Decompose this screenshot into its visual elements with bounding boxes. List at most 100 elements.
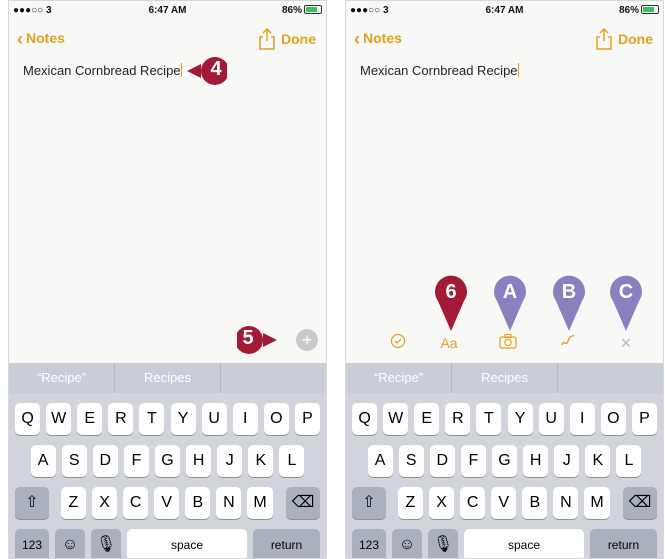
emoji-key[interactable]: ☺ xyxy=(392,529,422,558)
key-q[interactable]: Q xyxy=(15,403,41,435)
emoji-key[interactable]: ☺ xyxy=(55,529,85,558)
key-i[interactable]: I xyxy=(232,403,258,435)
callout-label: C xyxy=(618,281,634,303)
key-i[interactable]: I xyxy=(569,403,595,435)
delete-icon: ⌫ xyxy=(291,494,315,511)
suggestion-2[interactable]: Recipes xyxy=(115,363,221,393)
shift-key[interactable]: ⇧ xyxy=(352,487,386,519)
done-button[interactable]: Done xyxy=(281,31,316,47)
suggestion-3[interactable] xyxy=(558,363,663,393)
key-u[interactable]: U xyxy=(538,403,564,435)
nav-bar: ‹ Notes Done xyxy=(346,23,663,55)
back-button[interactable]: ‹ Notes xyxy=(354,29,402,50)
numbers-key[interactable]: 123 xyxy=(15,529,49,558)
return-key[interactable]: return xyxy=(590,529,657,558)
key-l[interactable]: L xyxy=(279,445,305,477)
key-t[interactable]: T xyxy=(139,403,165,435)
share-icon[interactable] xyxy=(258,28,276,50)
key-p[interactable]: P xyxy=(631,403,657,435)
suggestion-1[interactable]: “Recipe” xyxy=(346,363,452,393)
keyboard: Q W E R T Y U I O P A S D F G H J K L ⇧ Z X C V B N M ⌫ 123 ☺ 🎙 space re… xyxy=(346,393,663,558)
note-text[interactable]: Mexican Cornbread Recipe xyxy=(23,63,182,78)
callout-A: A xyxy=(492,275,528,331)
key-a[interactable]: A xyxy=(367,445,393,477)
key-z[interactable]: Z xyxy=(397,487,423,519)
key-b[interactable]: B xyxy=(185,487,211,519)
key-m[interactable]: M xyxy=(247,487,273,519)
key-n[interactable]: N xyxy=(553,487,579,519)
suggestion-3[interactable] xyxy=(221,363,326,393)
delete-key[interactable]: ⌫ xyxy=(286,487,320,519)
key-y[interactable]: Y xyxy=(170,403,196,435)
shift-icon: ⇧ xyxy=(362,494,376,511)
dictation-key[interactable]: 🎙 xyxy=(428,529,458,558)
key-e[interactable]: E xyxy=(77,403,103,435)
key-d[interactable]: D xyxy=(92,445,118,477)
space-key[interactable]: space xyxy=(464,529,584,558)
space-key[interactable]: space xyxy=(127,529,247,558)
checklist-icon[interactable] xyxy=(388,333,408,353)
note-text[interactable]: Mexican Cornbread Recipe xyxy=(360,63,519,78)
key-t[interactable]: T xyxy=(476,403,502,435)
note-title: Mexican Cornbread Recipe xyxy=(23,63,181,78)
key-e[interactable]: E xyxy=(414,403,440,435)
key-h[interactable]: H xyxy=(186,445,212,477)
key-k[interactable]: K xyxy=(585,445,611,477)
camera-icon[interactable] xyxy=(498,333,518,353)
key-h[interactable]: H xyxy=(523,445,549,477)
clock: 6:47 AM xyxy=(148,5,187,16)
key-f[interactable]: F xyxy=(460,445,486,477)
return-key[interactable]: return xyxy=(253,529,320,558)
key-m[interactable]: M xyxy=(584,487,610,519)
suggestion-bar: “Recipe” Recipes xyxy=(9,363,326,393)
key-j[interactable]: J xyxy=(554,445,580,477)
key-v[interactable]: V xyxy=(491,487,517,519)
key-g[interactable]: G xyxy=(154,445,181,477)
callout-5: 5 xyxy=(237,325,277,355)
key-j[interactable]: J xyxy=(217,445,243,477)
delete-key[interactable]: ⌫ xyxy=(623,487,657,519)
key-n[interactable]: N xyxy=(216,487,242,519)
dictation-key[interactable]: 🎙 xyxy=(91,529,121,558)
key-q[interactable]: Q xyxy=(352,403,378,435)
key-z[interactable]: Z xyxy=(60,487,86,519)
suggestion-2[interactable]: Recipes xyxy=(452,363,558,393)
key-u[interactable]: U xyxy=(201,403,227,435)
key-p[interactable]: P xyxy=(294,403,320,435)
key-l[interactable]: L xyxy=(616,445,642,477)
sketch-icon[interactable] xyxy=(558,333,578,353)
key-w[interactable]: W xyxy=(46,403,72,435)
key-r[interactable]: R xyxy=(445,403,471,435)
key-x[interactable]: X xyxy=(91,487,118,519)
key-b[interactable]: B xyxy=(522,487,548,519)
key-y[interactable]: Y xyxy=(507,403,533,435)
key-a[interactable]: A xyxy=(30,445,56,477)
emoji-icon: ☺ xyxy=(61,536,79,553)
battery: 86% xyxy=(619,5,659,16)
key-r[interactable]: R xyxy=(108,403,134,435)
key-d[interactable]: D xyxy=(429,445,455,477)
back-button[interactable]: ‹ Notes xyxy=(17,29,65,50)
key-x[interactable]: X xyxy=(428,487,455,519)
format-icon[interactable]: Aa xyxy=(439,333,459,353)
key-o[interactable]: O xyxy=(600,403,626,435)
key-f[interactable]: F xyxy=(123,445,149,477)
shift-key[interactable]: ⇧ xyxy=(15,487,49,519)
done-button[interactable]: Done xyxy=(618,31,653,47)
microphone-icon: 🎙 xyxy=(432,536,454,553)
numbers-key[interactable]: 123 xyxy=(352,529,386,558)
key-w[interactable]: W xyxy=(383,403,409,435)
key-c[interactable]: C xyxy=(460,487,486,519)
share-icon[interactable] xyxy=(595,28,613,50)
close-icon[interactable]: × xyxy=(616,333,636,353)
key-g[interactable]: G xyxy=(491,445,518,477)
plus-button[interactable]: + xyxy=(296,329,318,351)
key-v[interactable]: V xyxy=(154,487,180,519)
callout-6: 6 xyxy=(433,275,469,331)
key-k[interactable]: K xyxy=(248,445,274,477)
key-s[interactable]: S xyxy=(398,445,424,477)
key-c[interactable]: C xyxy=(123,487,149,519)
key-o[interactable]: O xyxy=(263,403,289,435)
key-s[interactable]: S xyxy=(61,445,87,477)
suggestion-1[interactable]: “Recipe” xyxy=(9,363,115,393)
